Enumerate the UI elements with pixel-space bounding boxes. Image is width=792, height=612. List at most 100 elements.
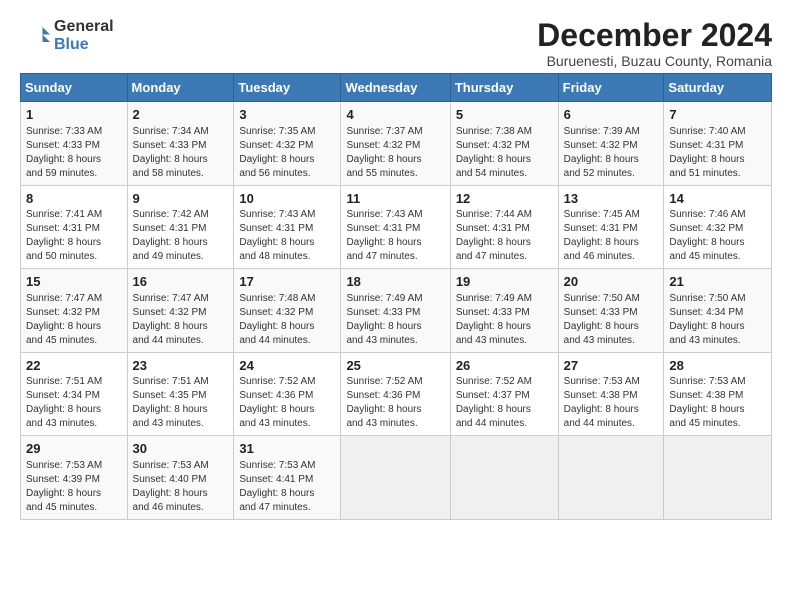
day-info: Sunrise: 7:46 AM Sunset: 4:32 PM Dayligh… [669,208,767,264]
calendar-cell: 5Sunrise: 7:38 AM Sunset: 4:32 PM Daylig… [450,102,558,186]
day-info: Sunrise: 7:43 AM Sunset: 4:31 PM Dayligh… [239,208,336,264]
calendar-table: Sunday Monday Tuesday Wednesday Thursday… [20,73,772,520]
logo: General Blue [20,18,114,53]
col-monday: Monday [127,74,234,102]
day-info: Sunrise: 7:38 AM Sunset: 4:32 PM Dayligh… [456,125,554,181]
header-row: Sunday Monday Tuesday Wednesday Thursday… [21,74,772,102]
day-number: 21 [669,273,767,291]
day-number: 26 [456,357,554,375]
calendar-cell: 26Sunrise: 7:52 AM Sunset: 4:37 PM Dayli… [450,352,558,436]
day-number: 19 [456,273,554,291]
col-friday: Friday [558,74,664,102]
page: General Blue December 2024 Buruenesti, B… [0,0,792,530]
calendar-cell: 25Sunrise: 7:52 AM Sunset: 4:36 PM Dayli… [341,352,450,436]
month-title: December 2024 [537,18,772,53]
day-info: Sunrise: 7:42 AM Sunset: 4:31 PM Dayligh… [133,208,230,264]
calendar-cell: 19Sunrise: 7:49 AM Sunset: 4:33 PM Dayli… [450,269,558,353]
day-info: Sunrise: 7:53 AM Sunset: 4:39 PM Dayligh… [26,459,123,515]
day-number: 7 [669,106,767,124]
day-info: Sunrise: 7:34 AM Sunset: 4:33 PM Dayligh… [133,125,230,181]
day-number: 23 [133,357,230,375]
day-info: Sunrise: 7:43 AM Sunset: 4:31 PM Dayligh… [346,208,445,264]
calendar-cell: 27Sunrise: 7:53 AM Sunset: 4:38 PM Dayli… [558,352,664,436]
calendar-cell: 8Sunrise: 7:41 AM Sunset: 4:31 PM Daylig… [21,185,128,269]
day-info: Sunrise: 7:53 AM Sunset: 4:41 PM Dayligh… [239,459,336,515]
day-number: 8 [26,190,123,208]
day-number: 29 [26,440,123,458]
calendar-cell: 11Sunrise: 7:43 AM Sunset: 4:31 PM Dayli… [341,185,450,269]
calendar-week-4: 22Sunrise: 7:51 AM Sunset: 4:34 PM Dayli… [21,352,772,436]
day-info: Sunrise: 7:50 AM Sunset: 4:34 PM Dayligh… [669,292,767,348]
calendar-cell: 20Sunrise: 7:50 AM Sunset: 4:33 PM Dayli… [558,269,664,353]
day-number: 30 [133,440,230,458]
calendar-cell: 16Sunrise: 7:47 AM Sunset: 4:32 PM Dayli… [127,269,234,353]
day-info: Sunrise: 7:39 AM Sunset: 4:32 PM Dayligh… [564,125,660,181]
col-wednesday: Wednesday [341,74,450,102]
day-number: 2 [133,106,230,124]
calendar-cell: 30Sunrise: 7:53 AM Sunset: 4:40 PM Dayli… [127,436,234,520]
day-info: Sunrise: 7:50 AM Sunset: 4:33 PM Dayligh… [564,292,660,348]
day-info: Sunrise: 7:53 AM Sunset: 4:38 PM Dayligh… [669,375,767,431]
calendar-cell: 24Sunrise: 7:52 AM Sunset: 4:36 PM Dayli… [234,352,341,436]
calendar-cell: 2Sunrise: 7:34 AM Sunset: 4:33 PM Daylig… [127,102,234,186]
day-number: 12 [456,190,554,208]
day-number: 15 [26,273,123,291]
day-info: Sunrise: 7:47 AM Sunset: 4:32 PM Dayligh… [26,292,123,348]
day-number: 24 [239,357,336,375]
calendar-cell: 23Sunrise: 7:51 AM Sunset: 4:35 PM Dayli… [127,352,234,436]
day-info: Sunrise: 7:52 AM Sunset: 4:36 PM Dayligh… [346,375,445,431]
calendar-week-2: 8Sunrise: 7:41 AM Sunset: 4:31 PM Daylig… [21,185,772,269]
col-sunday: Sunday [21,74,128,102]
day-info: Sunrise: 7:52 AM Sunset: 4:36 PM Dayligh… [239,375,336,431]
day-info: Sunrise: 7:40 AM Sunset: 4:31 PM Dayligh… [669,125,767,181]
day-number: 14 [669,190,767,208]
day-number: 9 [133,190,230,208]
day-info: Sunrise: 7:41 AM Sunset: 4:31 PM Dayligh… [26,208,123,264]
day-number: 11 [346,190,445,208]
calendar-cell: 4Sunrise: 7:37 AM Sunset: 4:32 PM Daylig… [341,102,450,186]
day-info: Sunrise: 7:53 AM Sunset: 4:38 PM Dayligh… [564,375,660,431]
day-info: Sunrise: 7:51 AM Sunset: 4:35 PM Dayligh… [133,375,230,431]
calendar-week-3: 15Sunrise: 7:47 AM Sunset: 4:32 PM Dayli… [21,269,772,353]
title-block: December 2024 Buruenesti, Buzau County, … [537,18,772,69]
day-number: 22 [26,357,123,375]
calendar-cell: 12Sunrise: 7:44 AM Sunset: 4:31 PM Dayli… [450,185,558,269]
calendar-cell: 3Sunrise: 7:35 AM Sunset: 4:32 PM Daylig… [234,102,341,186]
day-number: 13 [564,190,660,208]
day-info: Sunrise: 7:44 AM Sunset: 4:31 PM Dayligh… [456,208,554,264]
calendar-cell: 14Sunrise: 7:46 AM Sunset: 4:32 PM Dayli… [664,185,772,269]
day-number: 5 [456,106,554,124]
location-subtitle: Buruenesti, Buzau County, Romania [537,53,772,69]
calendar-cell [450,436,558,520]
calendar-week-5: 29Sunrise: 7:53 AM Sunset: 4:39 PM Dayli… [21,436,772,520]
calendar-cell [664,436,772,520]
calendar-cell: 31Sunrise: 7:53 AM Sunset: 4:41 PM Dayli… [234,436,341,520]
calendar-cell: 17Sunrise: 7:48 AM Sunset: 4:32 PM Dayli… [234,269,341,353]
day-info: Sunrise: 7:48 AM Sunset: 4:32 PM Dayligh… [239,292,336,348]
calendar-cell [341,436,450,520]
logo-icon [20,21,50,51]
day-info: Sunrise: 7:37 AM Sunset: 4:32 PM Dayligh… [346,125,445,181]
day-info: Sunrise: 7:49 AM Sunset: 4:33 PM Dayligh… [456,292,554,348]
day-number: 6 [564,106,660,124]
logo-blue: Blue [54,36,114,54]
day-number: 4 [346,106,445,124]
calendar-cell: 28Sunrise: 7:53 AM Sunset: 4:38 PM Dayli… [664,352,772,436]
calendar-cell: 18Sunrise: 7:49 AM Sunset: 4:33 PM Dayli… [341,269,450,353]
day-number: 20 [564,273,660,291]
day-info: Sunrise: 7:51 AM Sunset: 4:34 PM Dayligh… [26,375,123,431]
calendar-cell [558,436,664,520]
calendar-cell: 9Sunrise: 7:42 AM Sunset: 4:31 PM Daylig… [127,185,234,269]
calendar-cell: 22Sunrise: 7:51 AM Sunset: 4:34 PM Dayli… [21,352,128,436]
col-saturday: Saturday [664,74,772,102]
calendar-cell: 13Sunrise: 7:45 AM Sunset: 4:31 PM Dayli… [558,185,664,269]
calendar-cell: 29Sunrise: 7:53 AM Sunset: 4:39 PM Dayli… [21,436,128,520]
day-info: Sunrise: 7:47 AM Sunset: 4:32 PM Dayligh… [133,292,230,348]
day-number: 16 [133,273,230,291]
calendar-cell: 10Sunrise: 7:43 AM Sunset: 4:31 PM Dayli… [234,185,341,269]
calendar-cell: 15Sunrise: 7:47 AM Sunset: 4:32 PM Dayli… [21,269,128,353]
day-number: 27 [564,357,660,375]
day-info: Sunrise: 7:35 AM Sunset: 4:32 PM Dayligh… [239,125,336,181]
header: General Blue December 2024 Buruenesti, B… [20,18,772,69]
logo-text: General Blue [54,18,114,53]
